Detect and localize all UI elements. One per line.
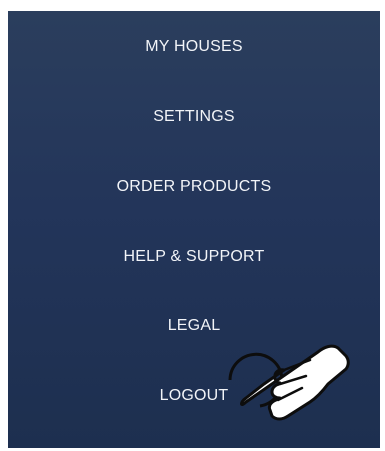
menu-item-logout[interactable]: LOGOUT bbox=[8, 386, 380, 406]
menu-item-settings[interactable]: SETTINGS bbox=[8, 107, 380, 127]
menu-item-order-products[interactable]: ORDER PRODUCTS bbox=[8, 177, 380, 197]
menu-item-legal[interactable]: LEGAL bbox=[8, 316, 380, 336]
menu-item-my-houses[interactable]: MY HOUSES bbox=[8, 37, 380, 57]
menu-item-help-support[interactable]: HELP & SUPPORT bbox=[8, 247, 380, 267]
side-menu: MY HOUSES SETTINGS ORDER PRODUCTS HELP &… bbox=[8, 11, 380, 448]
